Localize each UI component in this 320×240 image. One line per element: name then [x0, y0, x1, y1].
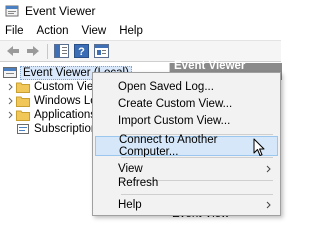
context-menu-item-help[interactable]: Help — [94, 195, 279, 215]
menu-item-label: Refresh — [118, 177, 159, 189]
context-menu-item-connect-to-another-computer[interactable]: Connect to Another Computer... — [95, 134, 278, 158]
folder-icon — [16, 82, 30, 93]
menu-help[interactable]: Help — [119, 25, 143, 37]
folder-icon — [16, 110, 30, 121]
properties-button[interactable] — [92, 42, 111, 60]
menu-item-label: Open Saved Log... — [118, 81, 214, 93]
menu-action[interactable]: Action — [37, 25, 69, 37]
submenu-arrow-icon — [266, 165, 271, 173]
window-title: Event Viewer — [25, 4, 96, 18]
menu-item-label: Help — [118, 199, 142, 211]
submenu-arrow-icon — [266, 201, 271, 209]
folder-icon — [16, 96, 30, 107]
menu-bar: File Action View Help — [0, 22, 281, 40]
forward-arrow-icon — [26, 46, 39, 56]
menu-item-label: Create Custom View... — [118, 98, 233, 110]
chevron-right-icon[interactable] — [6, 93, 14, 108]
tree-item-subscriptions[interactable]: Subscriptions — [0, 121, 103, 136]
chevron-right-icon[interactable] — [6, 79, 14, 94]
properties-icon — [94, 44, 109, 58]
menu-item-label: Import Custom View... — [118, 115, 231, 127]
mouse-cursor-icon — [253, 138, 265, 156]
show-hide-tree-button[interactable] — [52, 42, 71, 60]
menu-view[interactable]: View — [82, 25, 107, 37]
show-hide-tree-icon — [54, 44, 69, 58]
back-arrow-icon — [6, 46, 19, 56]
forward-button[interactable] — [23, 42, 42, 60]
menu-file[interactable]: File — [5, 25, 24, 37]
context-menu-item-refresh[interactable]: Refresh — [94, 173, 279, 193]
help-button[interactable]: ? — [72, 42, 91, 60]
help-icon: ? — [74, 44, 89, 58]
menu-separator — [121, 157, 273, 158]
back-button[interactable] — [3, 42, 22, 60]
event-viewer-app-icon — [5, 5, 19, 17]
svg-text:?: ? — [78, 46, 85, 58]
subscriptions-icon — [17, 123, 29, 134]
context-menu-item-import-custom-view[interactable]: Import Custom View... — [94, 111, 279, 131]
chevron-right-icon[interactable] — [6, 107, 14, 122]
event-viewer-node-icon — [3, 67, 17, 78]
title-bar: Event Viewer — [0, 0, 281, 22]
toolbar-separator — [47, 43, 48, 59]
